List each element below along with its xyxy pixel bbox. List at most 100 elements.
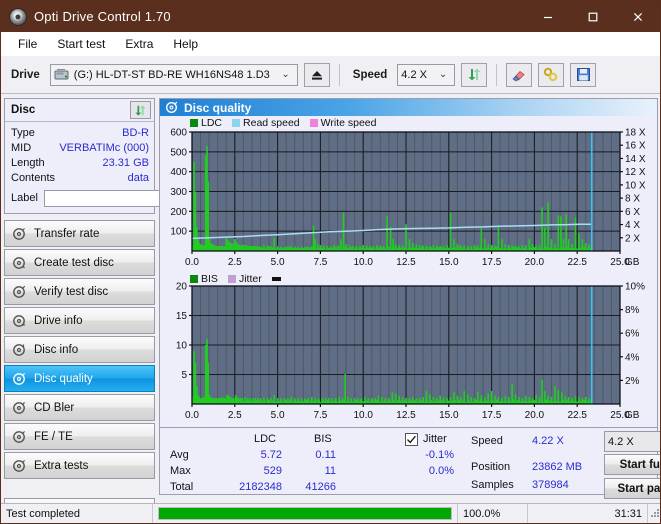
sidebar-item-create-test-disc[interactable]: Create test disc (4, 249, 155, 276)
title-bar: Opti Drive Control 1.70 (1, 1, 660, 32)
disc-row-label: Label (11, 187, 247, 209)
legend-label-write-speed: Write speed (320, 117, 377, 130)
bis-total-value: 41266 (305, 481, 336, 494)
disc-row-mid: MID VERBATIMc (000) (11, 140, 149, 155)
svg-text:10.0: 10.0 (353, 410, 373, 421)
max-row-label: Max (170, 465, 191, 478)
legend-item-read-speed: Read speed (232, 117, 300, 129)
disc-panel: Disc Type BD-R MID VERBATIMc (000) Lengt… (4, 98, 247, 214)
disc-icon (12, 372, 26, 386)
disc-row-type: Type BD-R (11, 125, 149, 140)
svg-text:GB: GB (625, 257, 640, 268)
refresh-button[interactable] (461, 62, 488, 87)
sidebar-item-label: Transfer rate (34, 227, 100, 240)
chevron-down-icon: ⌄ (281, 69, 290, 80)
drive-select[interactable]: (G:) HL-DT-ST BD-RE WH16NS48 1.D3 ⌄ (49, 63, 298, 86)
speed-select[interactable]: 4.2 X ⌄ (397, 63, 456, 86)
save-button[interactable] (570, 62, 597, 87)
svg-text:17.5: 17.5 (482, 257, 502, 268)
ldc-plot-svg[interactable]: 100 200 300 400 500 600 2 X 4 X 6 X 8 X 10 X 12 X 14… (160, 116, 657, 272)
start-part-button[interactable]: Start part (604, 478, 661, 500)
legend-item-write-speed: Write speed (309, 117, 377, 130)
start-part-label: Start part (617, 482, 661, 495)
sidebar-item-label: Disc quality (34, 372, 93, 385)
bis-column-header: BIS (314, 433, 332, 446)
jitter-label: Jitter (423, 433, 447, 446)
disc-icon (12, 227, 26, 241)
speed-stat-label: Speed (471, 435, 503, 448)
app-logo-icon (9, 7, 27, 26)
disc-row-length: Length 23.31 GB (11, 155, 149, 170)
legend-swatch-read-speed (232, 119, 241, 128)
sidebar-item-drive-info[interactable]: Drive info (4, 307, 155, 334)
ldc-total-value: 2182348 (239, 481, 282, 494)
eject-icon (311, 70, 322, 80)
refresh-icon (468, 68, 481, 81)
ldc-chart: LDC Read speed Write speed 100 200 300 400 5… (160, 116, 657, 272)
speed-value: 4.2 X (401, 68, 427, 81)
sidebar-item-extra-tests[interactable]: Extra tests (4, 452, 155, 479)
legend-item-bis: BIS (190, 273, 218, 285)
disc-refresh-button[interactable] (130, 101, 151, 119)
avg-row-label: Avg (170, 449, 189, 462)
sidebar-item-label: Extra tests (34, 459, 89, 472)
svg-text:600: 600 (170, 128, 187, 139)
window-title: Opti Drive Control 1.70 (34, 9, 171, 24)
sidebar-item-disc-quality[interactable]: Disc quality (4, 365, 155, 392)
maximize-button[interactable] (570, 1, 615, 32)
jitter-max-value: 0.0% (428, 465, 454, 478)
bis-plot-svg[interactable]: 5 10 15 20 2% 4% 6% 8% 10% 0.0 2.5 5.0 7.5 10.0 12.5 15… (160, 272, 657, 427)
menu-item-file[interactable]: File (9, 34, 46, 54)
svg-text:20: 20 (176, 282, 188, 293)
svg-text:0.0: 0.0 (185, 410, 199, 421)
sidebar-item-transfer-rate[interactable]: Transfer rate (4, 220, 155, 247)
progress-track (158, 507, 452, 520)
svg-text:12.5: 12.5 (396, 257, 416, 268)
content-header: Disc quality (160, 99, 657, 117)
start-full-button[interactable]: Start full (604, 454, 660, 476)
statistics-panel: LDC BIS Avg Max Total 5.72 529 2182348 0… (160, 427, 660, 500)
svg-text:200: 200 (170, 207, 187, 218)
sidebar-item-label: Disc info (34, 343, 79, 356)
disc-label-key: Label (11, 192, 38, 204)
tools-button[interactable] (538, 62, 565, 87)
legend-item-jitter: Jitter (227, 273, 262, 285)
svg-text:10%: 10% (625, 282, 645, 293)
sidebar-item-cd-bler[interactable]: CD Bler (4, 394, 155, 421)
erase-button[interactable] (506, 62, 533, 87)
test-speed-value: 4.2 X (608, 435, 634, 448)
menu-bar: File Start test Extra Help (1, 32, 660, 56)
svg-text:4%: 4% (625, 352, 640, 363)
position-stat-label: Position (471, 461, 511, 474)
test-speed-select[interactable]: 4.2 X ⌄ (604, 431, 660, 453)
drive-label: Drive (11, 68, 40, 81)
sidebar-item-label: FE / TE (34, 430, 73, 443)
sidebar-item-verify-test-disc[interactable]: Verify test disc (4, 278, 155, 305)
jitter-checkbox[interactable] (405, 433, 418, 447)
svg-text:20.0: 20.0 (525, 410, 545, 421)
sidebar-item-disc-info[interactable]: Disc info (4, 336, 155, 363)
svg-text:15.0: 15.0 (439, 257, 459, 268)
resize-grip-icon[interactable] (648, 508, 660, 520)
svg-text:2.5: 2.5 (228, 410, 242, 421)
disc-value: data (127, 171, 149, 184)
legend-label-ldc: LDC (201, 117, 223, 130)
menu-item-extra[interactable]: Extra (116, 34, 162, 54)
sidebar-item-fe-te[interactable]: FE / TE (4, 423, 155, 450)
minimize-button[interactable] (525, 1, 570, 32)
start-full-label: Start full (619, 458, 660, 471)
content-title: Disc quality (184, 100, 252, 115)
eject-button[interactable] (303, 62, 330, 87)
status-bar: Test completed 100.0% 31:31 (1, 503, 660, 523)
svg-text:2%: 2% (625, 376, 640, 387)
svg-text:2.5: 2.5 (228, 257, 242, 268)
check-icon (407, 435, 416, 444)
svg-text:2 X: 2 X (625, 233, 640, 244)
legend-swatch-extra (271, 277, 281, 282)
menu-item-help[interactable]: Help (164, 34, 207, 54)
drive-value: (G:) HL-DT-ST BD-RE WH16NS48 1.D3 (73, 68, 270, 81)
disc-key: Contents (11, 171, 56, 184)
disc-icon (12, 256, 26, 270)
close-button[interactable] (615, 1, 660, 32)
menu-item-start-test[interactable]: Start test (48, 34, 114, 54)
